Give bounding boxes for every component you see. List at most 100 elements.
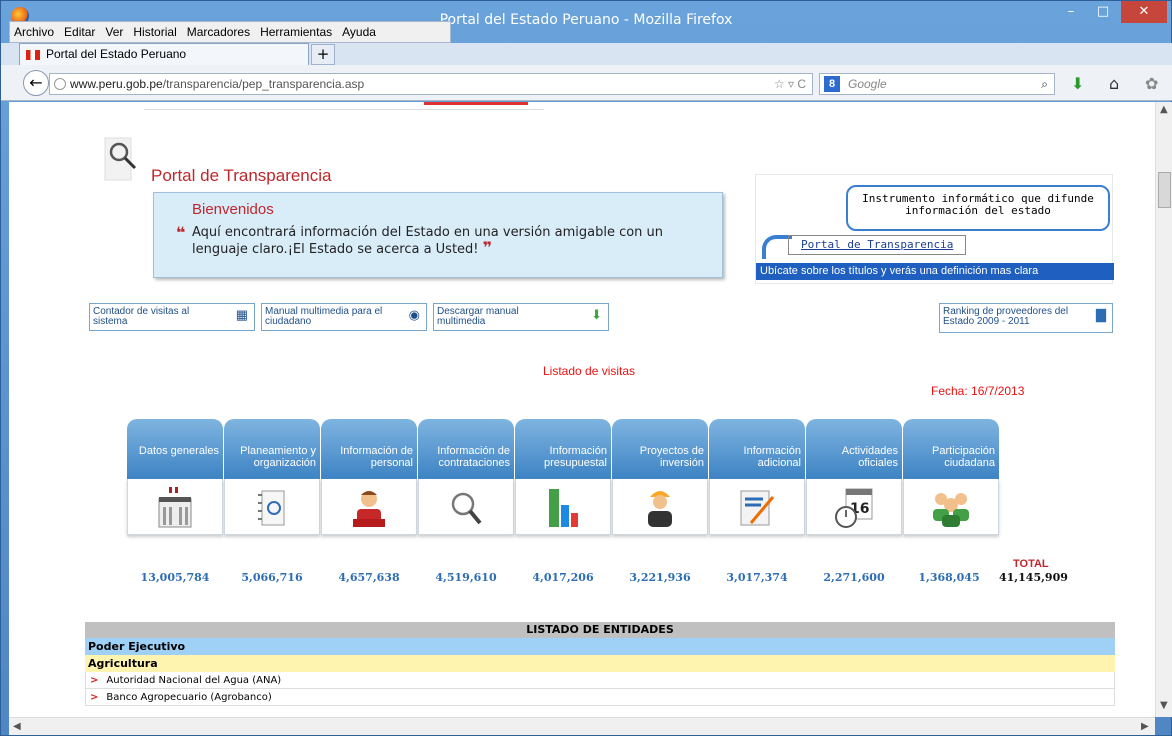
search-icon[interactable]: ⌕ [1041, 74, 1048, 94]
tab-strip: Portal del Estado Peruano + [1, 43, 1172, 65]
table-row[interactable]: > Autoridad Nacional del Agua (ANA) [85, 672, 1115, 689]
bar-chart-icon [549, 489, 578, 527]
subgroup-row[interactable]: Agricultura [85, 655, 1115, 672]
category-card[interactable]: Información de personal [321, 419, 417, 563]
chevron-right-icon: > [90, 675, 99, 686]
category-card[interactable]: Proyectos de inversión [612, 419, 708, 563]
category-card[interactable]: Planeamiento y organización [224, 419, 320, 563]
top-strip [144, 102, 544, 110]
category-card[interactable]: Actividades oficiales 16 [806, 419, 902, 563]
menu-herramientas[interactable]: Herramientas [258, 22, 334, 42]
category-count: 2,271,600 [823, 571, 885, 584]
back-button[interactable]: ← [23, 70, 49, 96]
notebook-icon [258, 490, 285, 526]
entities-table: LISTADO DE ENTIDADES Poder Ejecutivo Agr… [85, 622, 1115, 706]
scroll-down-icon[interactable]: ▼ [1160, 700, 1168, 711]
category-label: Información de personal [321, 419, 417, 479]
scroll-up-icon[interactable]: ▲ [1160, 104, 1168, 115]
category-count: 4,519,610 [435, 571, 497, 584]
date-label: Fecha: 16/7/2013 [931, 384, 1025, 398]
tab-portal[interactable]: Portal del Estado Peruano [19, 43, 309, 65]
menu-ayuda[interactable]: Ayuda [340, 22, 378, 42]
group-row[interactable]: Poder Ejecutivo [85, 638, 1115, 655]
open-quote-icon: ❝ [176, 223, 186, 242]
browser-window: Portal del Estado Peruano - Mozilla Fire… [0, 0, 1172, 736]
building-icon [158, 487, 192, 528]
welcome-box: Bienvenidos ❝ Aquí encontrará informació… [153, 192, 723, 278]
visits-title: Listado de visitas [543, 364, 636, 378]
portal-magnifier-icon [104, 137, 137, 181]
url-bar[interactable]: www.peru.gob.pe/transparencia/pep_transp… [49, 73, 813, 95]
close-button[interactable]: ✕ [1121, 1, 1167, 23]
category-card[interactable]: Información de contrataciones [418, 419, 514, 563]
tab-label: Portal del Estado Peruano [46, 47, 187, 61]
worker-icon [648, 491, 672, 527]
menu-ver[interactable]: Ver [103, 22, 125, 42]
menu-bar: Archivo Editar Ver Historial Marcadores … [9, 21, 451, 43]
ranking-button[interactable]: Ranking de proveedores del Estado 2009 -… [939, 303, 1113, 333]
category-card[interactable]: Información presupuestal [515, 419, 611, 563]
close-quote-icon: ❞ [482, 238, 493, 257]
welcome-heading: Bienvenidos [192, 201, 274, 218]
page-content: Portal de Transparencia Bienvenidos ❝ Aq… [9, 102, 1155, 717]
category-count: 5,066,716 [241, 571, 303, 584]
total-value: 41,145,909 [999, 571, 1068, 584]
visits-counter-button[interactable]: Contador de visitas al sistema ▦ [89, 303, 255, 331]
page-title: Portal de Transparencia [151, 166, 332, 185]
hint-band: Ubícate sobre los títulos y verás una de… [756, 263, 1114, 280]
document-pencil-icon [740, 490, 775, 526]
category-label: Información de contrataciones [418, 419, 514, 479]
category-count: 3,221,936 [629, 571, 691, 584]
category-label: Datos generales [127, 419, 223, 479]
category-label: Planeamiento y organización [224, 419, 320, 479]
scroll-right-icon[interactable]: ▶ [1141, 721, 1149, 732]
category-label: Información presupuestal [515, 419, 611, 479]
category-card[interactable]: Información adicional [709, 419, 805, 563]
menu-editar[interactable]: Editar [62, 22, 97, 42]
peru-flag-icon [26, 50, 40, 60]
table-row[interactable]: > Banco Agropecuario (Agrobanco) [85, 689, 1115, 706]
download-manual-button[interactable]: Descargar manual multimedia ⬇ [433, 303, 609, 331]
menu-historial[interactable]: Historial [131, 22, 178, 42]
compass-icon: ◉ [408, 307, 420, 322]
new-tab-button[interactable]: + [311, 44, 335, 65]
navigation-bar: ← www.peru.gob.pe/transparencia/pep_tran… [1, 65, 1172, 101]
globe-icon [54, 78, 66, 90]
menu-archivo[interactable]: Archivo [12, 22, 56, 42]
category-label: Actividades oficiales [806, 419, 902, 479]
counter-icon: ▦ [235, 307, 248, 322]
chevron-right-icon: > [90, 692, 99, 703]
welcome-text: Aquí encontrará información del Estado e… [192, 225, 664, 257]
download-icon[interactable]: ⬇ [1071, 74, 1084, 93]
person-icon [353, 491, 385, 527]
category-card[interactable]: Participación ciudadana [903, 419, 999, 563]
bookmark-reload-icons[interactable]: ☆ ▿ C [774, 74, 806, 94]
total-label: TOTAL [1013, 558, 1049, 570]
home-icon[interactable]: ⌂ [1109, 74, 1119, 93]
info-box: Instrumento informático que difunde info… [755, 174, 1114, 284]
addon-icon[interactable]: ✿ [1145, 74, 1158, 93]
search-placeholder: Google [848, 77, 887, 91]
search-input[interactable]: 8 Google ⌕ [819, 73, 1055, 95]
menu-marcadores[interactable]: Marcadores [185, 22, 252, 42]
scroll-thumb[interactable] [1158, 172, 1171, 208]
minimize-button[interactable]: – [1055, 1, 1087, 23]
category-count: 13,005,784 [140, 571, 210, 584]
definition-bubble: Instrumento informático que difunde info… [846, 185, 1110, 231]
portal-link[interactable]: Portal de Transparencia [788, 235, 966, 255]
category-count: 1,368,045 [918, 571, 980, 584]
google-search-engine-icon[interactable]: 8 [824, 76, 840, 92]
people-icon [933, 493, 969, 527]
table-header: LISTADO DE ENTIDADES [85, 622, 1115, 638]
category-count: 4,017,206 [532, 571, 594, 584]
url-path: /transparencia/pep_transparencia.asp [162, 77, 365, 91]
category-card[interactable]: Datos generales [127, 419, 223, 563]
vertical-scrollbar[interactable]: ▲ ▼ [1155, 102, 1172, 717]
calendar-clock-icon: 16 [835, 488, 873, 528]
maximize-button[interactable]: □ [1087, 1, 1119, 23]
scroll-left-icon[interactable]: ◀ [13, 721, 21, 732]
horizontal-scrollbar[interactable]: ◀ ▶ [9, 717, 1155, 735]
category-count: 4,657,638 [338, 571, 400, 584]
category-label: Proyectos de inversión [612, 419, 708, 479]
multimedia-manual-button[interactable]: Manual multimedia para el ciudadano ◉ [261, 303, 427, 331]
